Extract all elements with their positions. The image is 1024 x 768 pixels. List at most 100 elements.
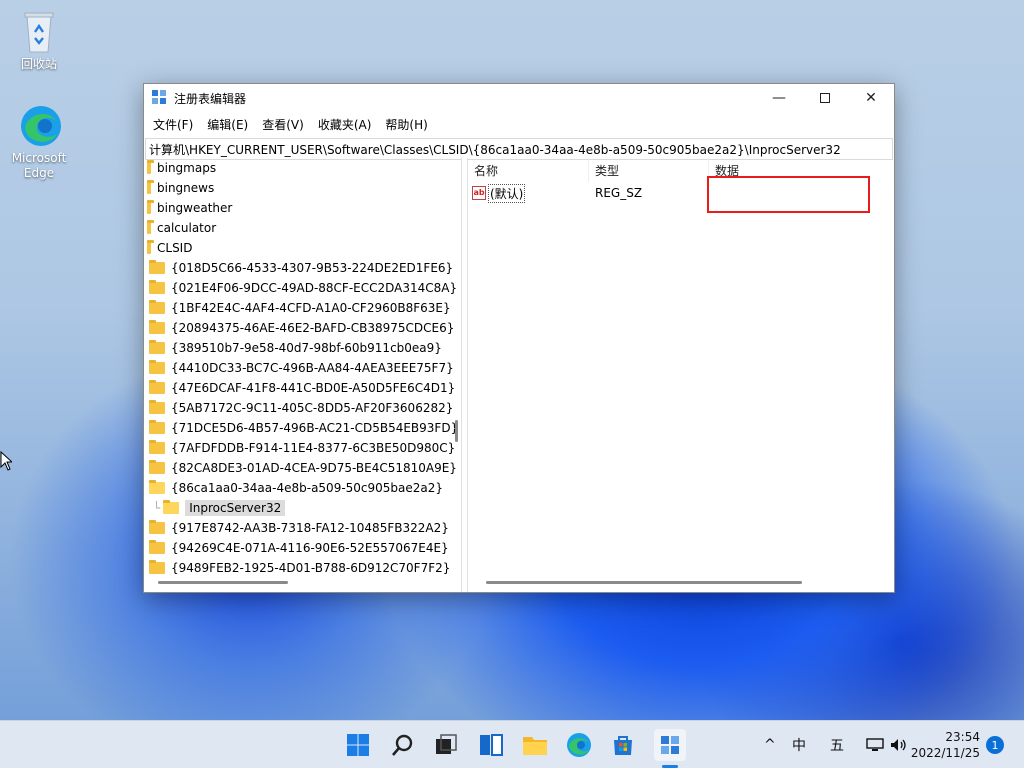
folder-icon [149,260,165,274]
tree-connector: └ [153,501,161,515]
close-icon: ✕ [865,90,877,106]
search-button[interactable] [389,731,417,759]
regedit-taskbar-button[interactable] [654,729,686,761]
title-bar[interactable]: 注册表编辑器 — ✕ [144,84,894,112]
menu-view[interactable]: 查看(V) [255,116,311,133]
folder-icon [149,520,165,534]
key-tree: bingmaps bingnews bingweather calculator… [144,158,462,592]
widgets-icon [480,734,503,756]
task-view-icon [436,734,457,754]
minimize-button[interactable]: — [756,84,802,112]
tree-item[interactable]: CLSID [144,238,461,258]
store-icon [614,736,632,755]
folder-icon [149,360,165,374]
tree-item[interactable]: {4410DC33-BC7C-496B-AA84-4AEA3EEE75F7} [144,358,461,378]
tray-overflow-button[interactable]: ^ [764,721,776,768]
desktop-icon-recycle-bin[interactable]: 回收站 [5,10,73,72]
folder-icon [149,420,165,434]
menu-favorites[interactable]: 收藏夹(A) [311,116,379,133]
clock-date: 2022/11/25 [910,746,980,760]
folder-icon [149,460,165,474]
desktop-icon-label: Microsoft Edge [11,151,67,180]
tree-item-label: {86ca1aa0-34aa-4e8b-a509-50c905bae2a2} [171,481,444,495]
task-view-button[interactable] [432,731,460,759]
clock[interactable]: 23:54 2022/11/25 [911,729,980,761]
tree-item[interactable]: {021E4F06-9DCC-49AD-88CF-ECC2DA314C8A} [144,278,461,298]
tree-item-label: {5AB7172C-9C11-405C-8DD5-AF20F3606282} [171,401,454,415]
widgets-button[interactable] [477,731,505,759]
tree-item[interactable]: {5AB7172C-9C11-405C-8DD5-AF20F3606282} [144,398,461,418]
folder-icon [147,240,154,254]
clock-time: 23:54 [945,730,980,744]
tree-item-label: CLSID [157,241,193,255]
network-button[interactable] [866,721,884,768]
tree-item[interactable]: {20894375-46AE-46E2-BAFD-CB38975CDCE6} [144,318,461,338]
folder-icon [149,340,165,354]
folder-icon [147,180,154,194]
maximize-button[interactable] [802,84,848,112]
edge-button[interactable] [565,731,593,759]
tree-item[interactable]: {1BF42E4C-4AF4-4CFD-A1A0-CF2960B8F63E} [144,298,461,318]
menu-edit[interactable]: 编辑(E) [200,116,255,133]
values-horizontal-scrollbar[interactable] [486,581,802,584]
start-icon [347,734,369,756]
folder-open-icon [149,480,165,494]
tree-item-label: {389510b7-9e58-40d7-98bf-60b911cb0ea9} [171,341,442,355]
file-explorer-icon [523,737,547,755]
tree-item-selected[interactable]: └ InprocServer32 [144,498,461,518]
close-button[interactable]: ✕ [848,84,894,112]
folder-icon [147,200,154,214]
regedit-icon [661,736,679,754]
folder-icon [149,300,165,314]
tree-item[interactable]: bingweather [144,198,461,218]
start-button[interactable] [344,731,372,759]
regedit-icon [151,89,167,108]
string-value-icon: ab [472,186,486,200]
taskbar: ^ 中 五 23:54 2022/11/25 1 [0,720,1024,768]
tree-item-label: {917E8742-AA3B-7318-FA12-10485FB322A2} [171,521,449,535]
menu-help[interactable]: 帮助(H) [378,116,434,133]
tree-item-label: {71DCE5D6-4B57-496B-AC21-CD5B54EB93FD} [171,421,459,435]
tree-item[interactable]: bingmaps [144,158,461,178]
tree-vertical-scrollbar[interactable] [455,420,458,442]
address-bar[interactable]: 计算机\HKEY_CURRENT_USER\Software\Classes\C… [145,138,893,160]
notification-badge[interactable]: 1 [986,736,1004,754]
tree-item[interactable]: calculator [144,218,461,238]
desktop-icon-edge[interactable]: Microsoft Edge [5,104,73,181]
tree-item-label: {4410DC33-BC7C-496B-AA84-4AEA3EEE75F7} [171,361,454,375]
search-icon [392,734,413,756]
maximize-icon [820,93,830,103]
tree-item-label: InprocServer32 [185,500,286,516]
tree-horizontal-scrollbar[interactable] [158,581,288,584]
registry-editor-window: 注册表编辑器 — ✕ 文件(F) 编辑(E) 查看(V) 收藏夹(A) 帮助(H… [143,83,895,593]
ime-mode-button[interactable]: 中 [792,721,806,768]
folder-open-icon [163,500,180,514]
window-title: 注册表编辑器 [174,91,247,106]
column-header-name[interactable]: 名称 [468,158,589,182]
highlight-annotation [707,176,870,213]
folder-icon [149,320,165,334]
tree-item[interactable]: {018D5C66-4533-4307-9B53-224DE2ED1FE6} [144,258,461,278]
tree-item[interactable]: bingnews [144,178,461,198]
tree-item[interactable]: {47E6DCAF-41F8-441C-BD0E-A50D5FE6C4D1} [144,378,461,398]
tree-item-label: {7AFDFDDB-F914-11E4-8377-6C3BE50D980C} [171,441,456,455]
edge-icon [567,733,591,757]
volume-button[interactable] [890,721,908,768]
tree-item[interactable]: {82CA8DE3-01AD-4CEA-9D75-BE4C51810A9E} [144,458,461,478]
volume-icon [891,739,906,751]
file-explorer-button[interactable] [521,731,549,759]
edge-icon [19,104,61,148]
tree-item[interactable]: {9489FEB2-1925-4D01-B788-6D912C70F7F2} [144,558,461,578]
ime-input-button[interactable]: 五 [830,721,844,768]
tree-item[interactable]: {94269C4E-071A-4116-90E6-52E557067E4E} [144,538,461,558]
tree-item[interactable]: {7AFDFDDB-F914-11E4-8377-6C3BE50D980C} [144,438,461,458]
tree-item[interactable]: {917E8742-AA3B-7318-FA12-10485FB322A2} [144,518,461,538]
store-button[interactable] [609,731,637,759]
tree-item-label: {47E6DCAF-41F8-441C-BD0E-A50D5FE6C4D1} [171,381,456,395]
tree-item[interactable]: {389510b7-9e58-40d7-98bf-60b911cb0ea9} [144,338,461,358]
tree-item-expanded[interactable]: {86ca1aa0-34aa-4e8b-a509-50c905bae2a2} [144,478,461,498]
folder-icon [149,540,165,554]
tree-item[interactable]: {71DCE5D6-4B57-496B-AC21-CD5B54EB93FD} [144,418,461,438]
column-header-type[interactable]: 类型 [589,158,709,182]
menu-file[interactable]: 文件(F) [146,116,200,133]
